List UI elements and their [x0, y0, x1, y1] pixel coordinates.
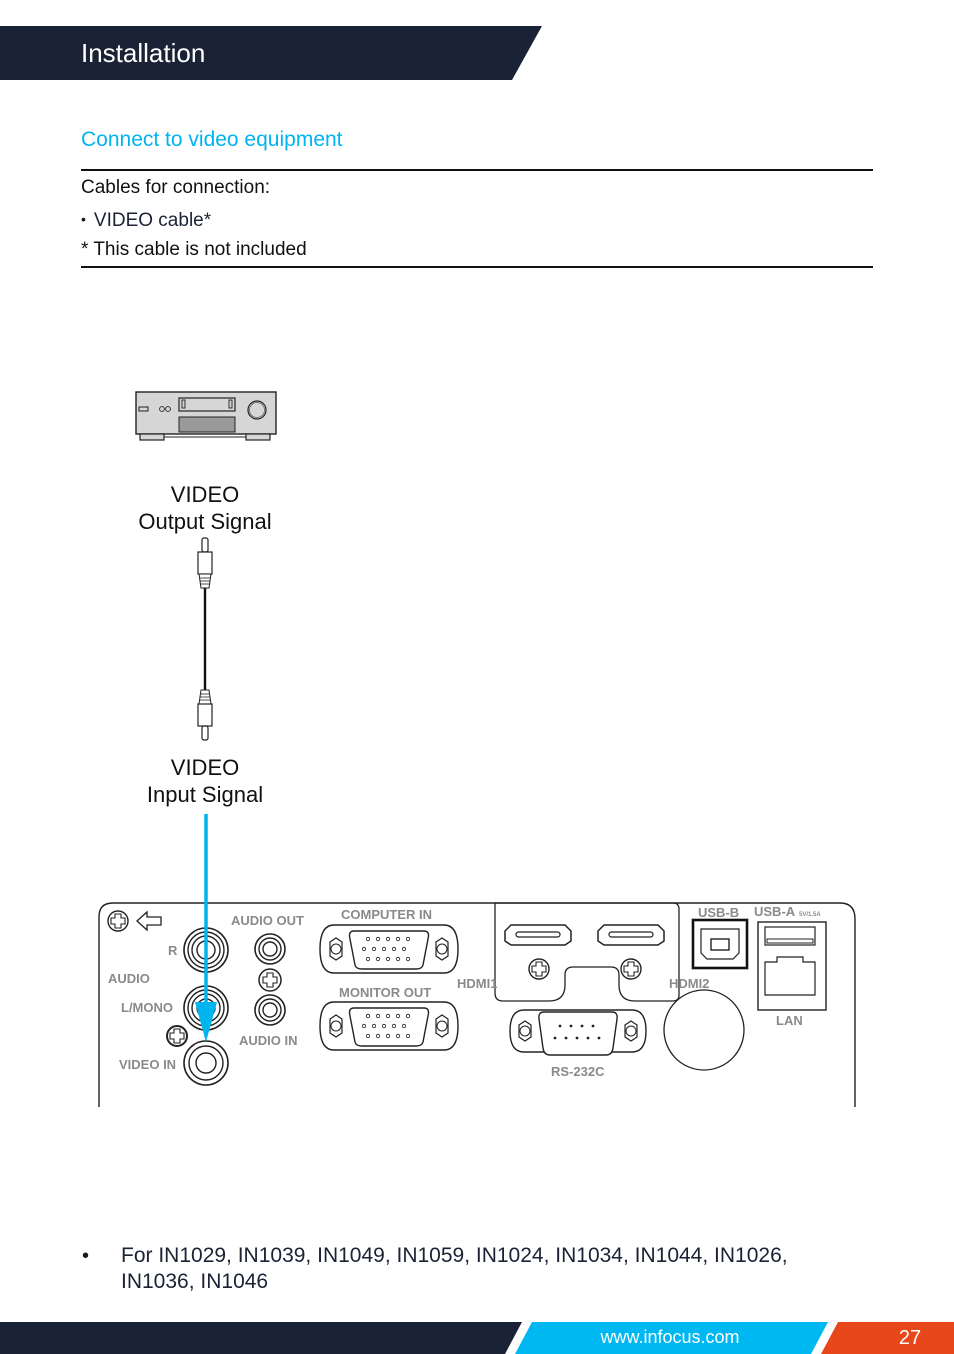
output-label-line2: Output Signal [138, 509, 272, 534]
bottom-rule [81, 266, 873, 268]
label-hdmi2: HDMI2 [669, 976, 709, 991]
label-audio: AUDIO [108, 971, 150, 986]
computer-in-vga-port[interactable] [319, 924, 459, 974]
label-audio-out: AUDIO OUT [231, 913, 304, 928]
screw-icon [620, 958, 642, 980]
audio-in-jack[interactable] [254, 994, 286, 1026]
video-player-device-icon [135, 391, 277, 441]
rs232c-port[interactable] [509, 1009, 647, 1056]
screw-icon [107, 910, 129, 932]
connection-arrow-icon [195, 814, 217, 1042]
screw-icon [166, 1025, 188, 1047]
lan-port[interactable] [764, 956, 816, 996]
screw-icon [258, 968, 282, 992]
video-output-label: VIDEO Output Signal [85, 481, 325, 535]
label-monitor-out: MONITOR OUT [339, 985, 431, 1000]
speaker-grille [663, 989, 745, 1071]
cables-heading: Cables for connection: [81, 177, 271, 198]
cable-footnote: * This cable is not included [81, 239, 307, 260]
input-label-line2: Input Signal [146, 782, 264, 807]
page-header-title: Installation [81, 38, 206, 68]
usb-a-port[interactable] [764, 926, 816, 946]
cable-name: VIDEO cable* [93, 210, 212, 231]
list-bullet: • [81, 211, 86, 227]
hdmi-housing [494, 902, 680, 1002]
monitor-out-vga-port[interactable] [319, 1001, 459, 1051]
screw-icon [528, 958, 550, 980]
rca-video-cable-icon [197, 537, 213, 741]
hdmi1-port[interactable] [504, 924, 572, 946]
label-audio-in: AUDIO IN [239, 1033, 298, 1048]
label-usb-a-rating: 5V/1.5A [799, 912, 821, 918]
label-lan: LAN [776, 1013, 803, 1028]
footer-website-link[interactable]: www.infocus.com [560, 1325, 780, 1349]
video-input-label: VIDEO Input Signal [85, 754, 325, 808]
audio-out-jack[interactable] [254, 933, 286, 965]
label-computer-in: COMPUTER IN [341, 907, 432, 922]
output-label-line1: VIDEO [170, 482, 240, 507]
usb-b-port[interactable] [691, 918, 749, 970]
top-rule [81, 169, 873, 171]
arrow-left-icon [136, 910, 162, 932]
video-in-jack[interactable] [183, 1040, 229, 1086]
label-audio-r: R [168, 943, 178, 958]
hdmi2-port[interactable] [597, 924, 665, 946]
label-usb-a: USB-A [754, 904, 796, 919]
note-bullet: • [82, 1245, 90, 1267]
label-hdmi1: HDMI1 [457, 976, 497, 991]
footer-bar [0, 1322, 954, 1354]
model-compatibility-note: For IN1029, IN1039, IN1049, IN1059, IN10… [121, 1244, 788, 1293]
label-usb-b: USB-B [698, 905, 739, 920]
label-rs232c: RS-232C [551, 1064, 605, 1079]
label-l-mono: L/MONO [121, 1000, 173, 1015]
label-video-in: VIDEO IN [119, 1057, 176, 1072]
input-label-line1: VIDEO [170, 755, 240, 780]
cable-list-item: • VIDEO cable* [81, 207, 211, 233]
page-number: 27 [898, 1327, 922, 1349]
section-title: Connect to video equipment [81, 128, 343, 151]
